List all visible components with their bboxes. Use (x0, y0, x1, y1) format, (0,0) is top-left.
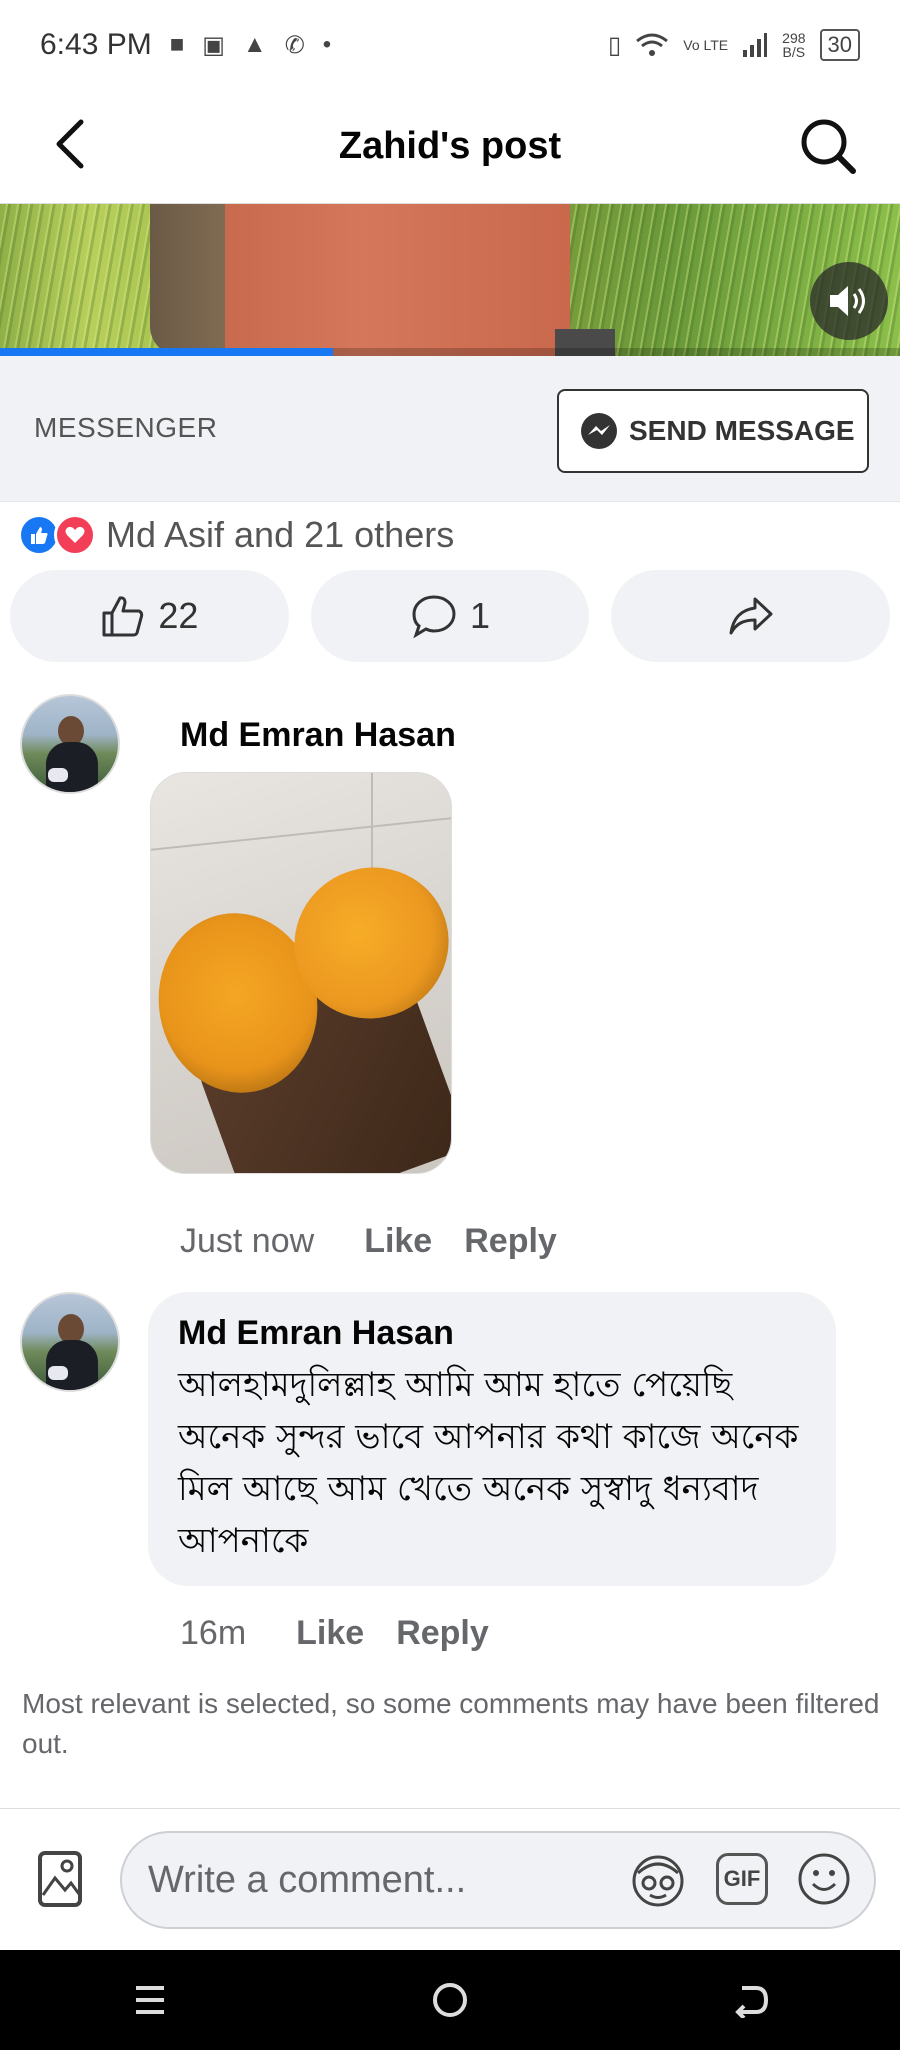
back-nav-icon (735, 1986, 769, 2018)
comment-reply-button[interactable]: Reply (464, 1222, 557, 1261)
comment-like-button[interactable]: Like (364, 1222, 432, 1261)
post-actions: 22 1 (10, 570, 891, 662)
comment-reply-button[interactable]: Reply (396, 1614, 489, 1653)
messenger-bar: MESSENGER SEND MESSAGE (0, 356, 900, 502)
commenter-avatar[interactable] (20, 694, 120, 794)
comment-input[interactable]: Write a comment... GIF (120, 1831, 876, 1929)
video-shirt (225, 204, 570, 356)
dot-icon: • (322, 31, 332, 58)
video-progress-bar[interactable] (0, 348, 900, 356)
comment-time: 16m (180, 1614, 247, 1652)
comment-author[interactable]: Md Emran Hasan (180, 716, 456, 755)
net-speed-unit: B/S (782, 44, 806, 60)
comment-meta: Just now Like Reply (180, 1222, 557, 1261)
signal-icon (743, 33, 768, 57)
emoji-icon[interactable] (796, 1851, 852, 1907)
comment-bubble[interactable]: Md Emran Hasan আলহামদুলিল্লাহ আমি আম হাত… (148, 1292, 836, 1586)
comment-meta: 16m Like Reply (180, 1614, 489, 1653)
net-speed: 298 B/S (782, 31, 805, 59)
game-icon: ■ (169, 31, 185, 58)
comment-time: Just now (180, 1222, 315, 1260)
sound-button[interactable] (810, 262, 888, 340)
filter-note: Most relevant is selected, so some comme… (22, 1688, 880, 1759)
love-reaction-icon (54, 514, 96, 556)
battery-indicator: 30 (819, 29, 860, 61)
wifi-icon (636, 33, 669, 56)
share-button[interactable] (611, 570, 891, 662)
recent-apps-button[interactable] (110, 1960, 190, 2040)
gif-button[interactable]: GIF (716, 1853, 768, 1905)
comment-composer: Write a comment... GIF (0, 1808, 900, 1950)
thumbs-up-icon (102, 596, 144, 637)
comment-count: 1 (469, 595, 491, 636)
status-time: 6:43 PM (40, 28, 152, 61)
avatar-hands (48, 1366, 68, 1380)
photo-icon: ▣ (202, 31, 225, 59)
send-message-label: SEND MESSAGE (629, 415, 855, 446)
attach-photo-button[interactable] (34, 1849, 86, 1909)
comment-text: আলহামদুলিল্লাহ আমি আম হাতে পেয়েছি অনেক … (178, 1365, 799, 1561)
lte-label: Vo LTE (683, 37, 729, 53)
search-icon (801, 119, 856, 174)
comment-like-button[interactable]: Like (296, 1614, 364, 1653)
photo-tile-line (151, 817, 451, 851)
avatar-sticker-icon[interactable] (628, 1849, 688, 1909)
commenter-avatar[interactable] (20, 1292, 120, 1392)
avatar-hands (48, 768, 68, 782)
page-title: Zahid's post (338, 125, 562, 167)
messenger-icon (581, 413, 617, 449)
like-button[interactable]: 22 (10, 570, 289, 662)
post-video[interactable] (0, 204, 900, 356)
home-button[interactable] (410, 1960, 490, 2040)
vibrate-icon: ▯ (608, 31, 622, 59)
comment-author[interactable]: Md Emran Hasan (178, 1314, 806, 1353)
video-progress-fill (0, 348, 333, 356)
status-bar: 6:43 PM ■ ▣ ▲ ✆ • ▯ Vo LTE 298 B/S 30 (0, 0, 900, 90)
reaction-summary-text: Md Asif and 21 others (106, 514, 455, 555)
snapchat-icon: ▲ (242, 31, 267, 58)
search-button[interactable] (796, 114, 860, 178)
comment-photo[interactable] (150, 772, 452, 1174)
comment-button[interactable]: 1 (310, 570, 590, 662)
messenger-label: MESSENGER (34, 412, 218, 443)
back-arrow-icon (56, 119, 84, 169)
system-nav-bar (0, 1950, 900, 2050)
image-icon (38, 1851, 82, 1907)
comment-bubble-icon (412, 595, 456, 639)
post-header: Zahid's post (0, 90, 900, 204)
like-count: 22 (158, 595, 199, 636)
comment-placeholder: Write a comment... (148, 1858, 467, 1901)
home-circle-icon (433, 1983, 467, 2017)
call-icon: ✆ (284, 31, 305, 59)
share-arrow-icon (729, 597, 773, 635)
send-message-button[interactable]: SEND MESSAGE (557, 389, 869, 473)
speaker-icon (830, 286, 865, 316)
menu-icon (136, 1986, 164, 2014)
back-button[interactable] (40, 114, 100, 174)
back-nav-button[interactable] (710, 1960, 790, 2040)
reaction-summary[interactable]: Md Asif and 21 others (18, 512, 454, 558)
